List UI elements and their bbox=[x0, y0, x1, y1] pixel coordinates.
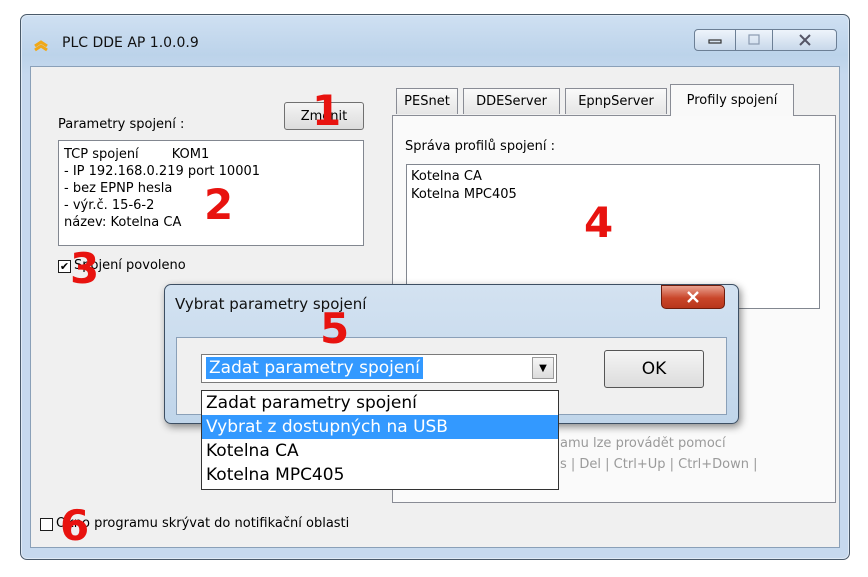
dropdown-option[interactable]: Kotelna MPC405 bbox=[202, 463, 558, 487]
tab-pesnet[interactable]: PESnet bbox=[396, 88, 458, 114]
annotation-5: 5 bbox=[320, 304, 350, 353]
minimize-icon bbox=[708, 39, 722, 44]
caption-buttons bbox=[694, 29, 837, 51]
tray-hide-checkbox[interactable] bbox=[40, 518, 53, 531]
dropdown-option-highlighted[interactable]: Vybrat z dostupných na USB bbox=[202, 415, 558, 439]
list-item[interactable]: Kotelna MPC405 bbox=[411, 186, 819, 204]
chevron-down-icon: ▼ bbox=[539, 362, 547, 374]
info-line: - IP 192.168.0.219 port 10001 bbox=[64, 164, 261, 179]
tab-profily-spojeni[interactable]: Profily spojení bbox=[670, 84, 794, 116]
close-icon bbox=[798, 34, 811, 46]
tray-hide-label: Okno programu skrývat do notifikační obl… bbox=[56, 516, 350, 531]
annotation-1: 1 bbox=[312, 86, 342, 135]
checkmark-icon: ✔ bbox=[59, 260, 70, 273]
combobox-dropdown-list[interactable]: Zadat parametry spojení Vybrat z dostupn… bbox=[201, 390, 559, 490]
app-icon bbox=[32, 37, 50, 55]
info-line: TCP spojení KOM1 bbox=[64, 147, 210, 162]
annotation-2: 2 bbox=[204, 180, 234, 229]
params-label: Parametry spojení : bbox=[58, 117, 185, 132]
list-item[interactable]: Kotelna CA bbox=[411, 168, 819, 186]
close-icon bbox=[687, 291, 699, 303]
annotation-3: 3 bbox=[70, 244, 100, 293]
profiles-hint: amu lze provádět pomocí s | Del | Ctrl+U… bbox=[560, 433, 758, 475]
dropdown-option[interactable]: Kotelna CA bbox=[202, 439, 558, 463]
tab-ddeserver[interactable]: DDEServer bbox=[463, 88, 560, 114]
close-button[interactable] bbox=[772, 29, 837, 51]
dialog-close-button[interactable] bbox=[661, 285, 725, 309]
tab-epnpserver[interactable]: EpnpServer bbox=[565, 88, 667, 114]
hint-line: s | Del | Ctrl+Up | Ctrl+Down | bbox=[560, 457, 758, 472]
minimize-button[interactable] bbox=[694, 29, 736, 51]
annotation-4: 4 bbox=[584, 198, 614, 247]
dropdown-option[interactable]: Zadat parametry spojení bbox=[202, 391, 558, 415]
annotation-6: 6 bbox=[60, 501, 90, 550]
ok-button[interactable]: OK bbox=[604, 350, 704, 388]
maximize-button[interactable] bbox=[735, 29, 773, 51]
window-title: PLC DDE AP 1.0.0.9 bbox=[62, 35, 199, 51]
combobox-selected-value[interactable]: Zadat parametry spojení bbox=[206, 357, 423, 379]
maximize-icon bbox=[748, 34, 760, 45]
hint-line: amu lze provádět pomocí bbox=[560, 436, 726, 451]
combobox-arrow-button[interactable]: ▼ bbox=[532, 357, 554, 379]
profiles-label: Správa profilů spojení : bbox=[405, 139, 555, 154]
